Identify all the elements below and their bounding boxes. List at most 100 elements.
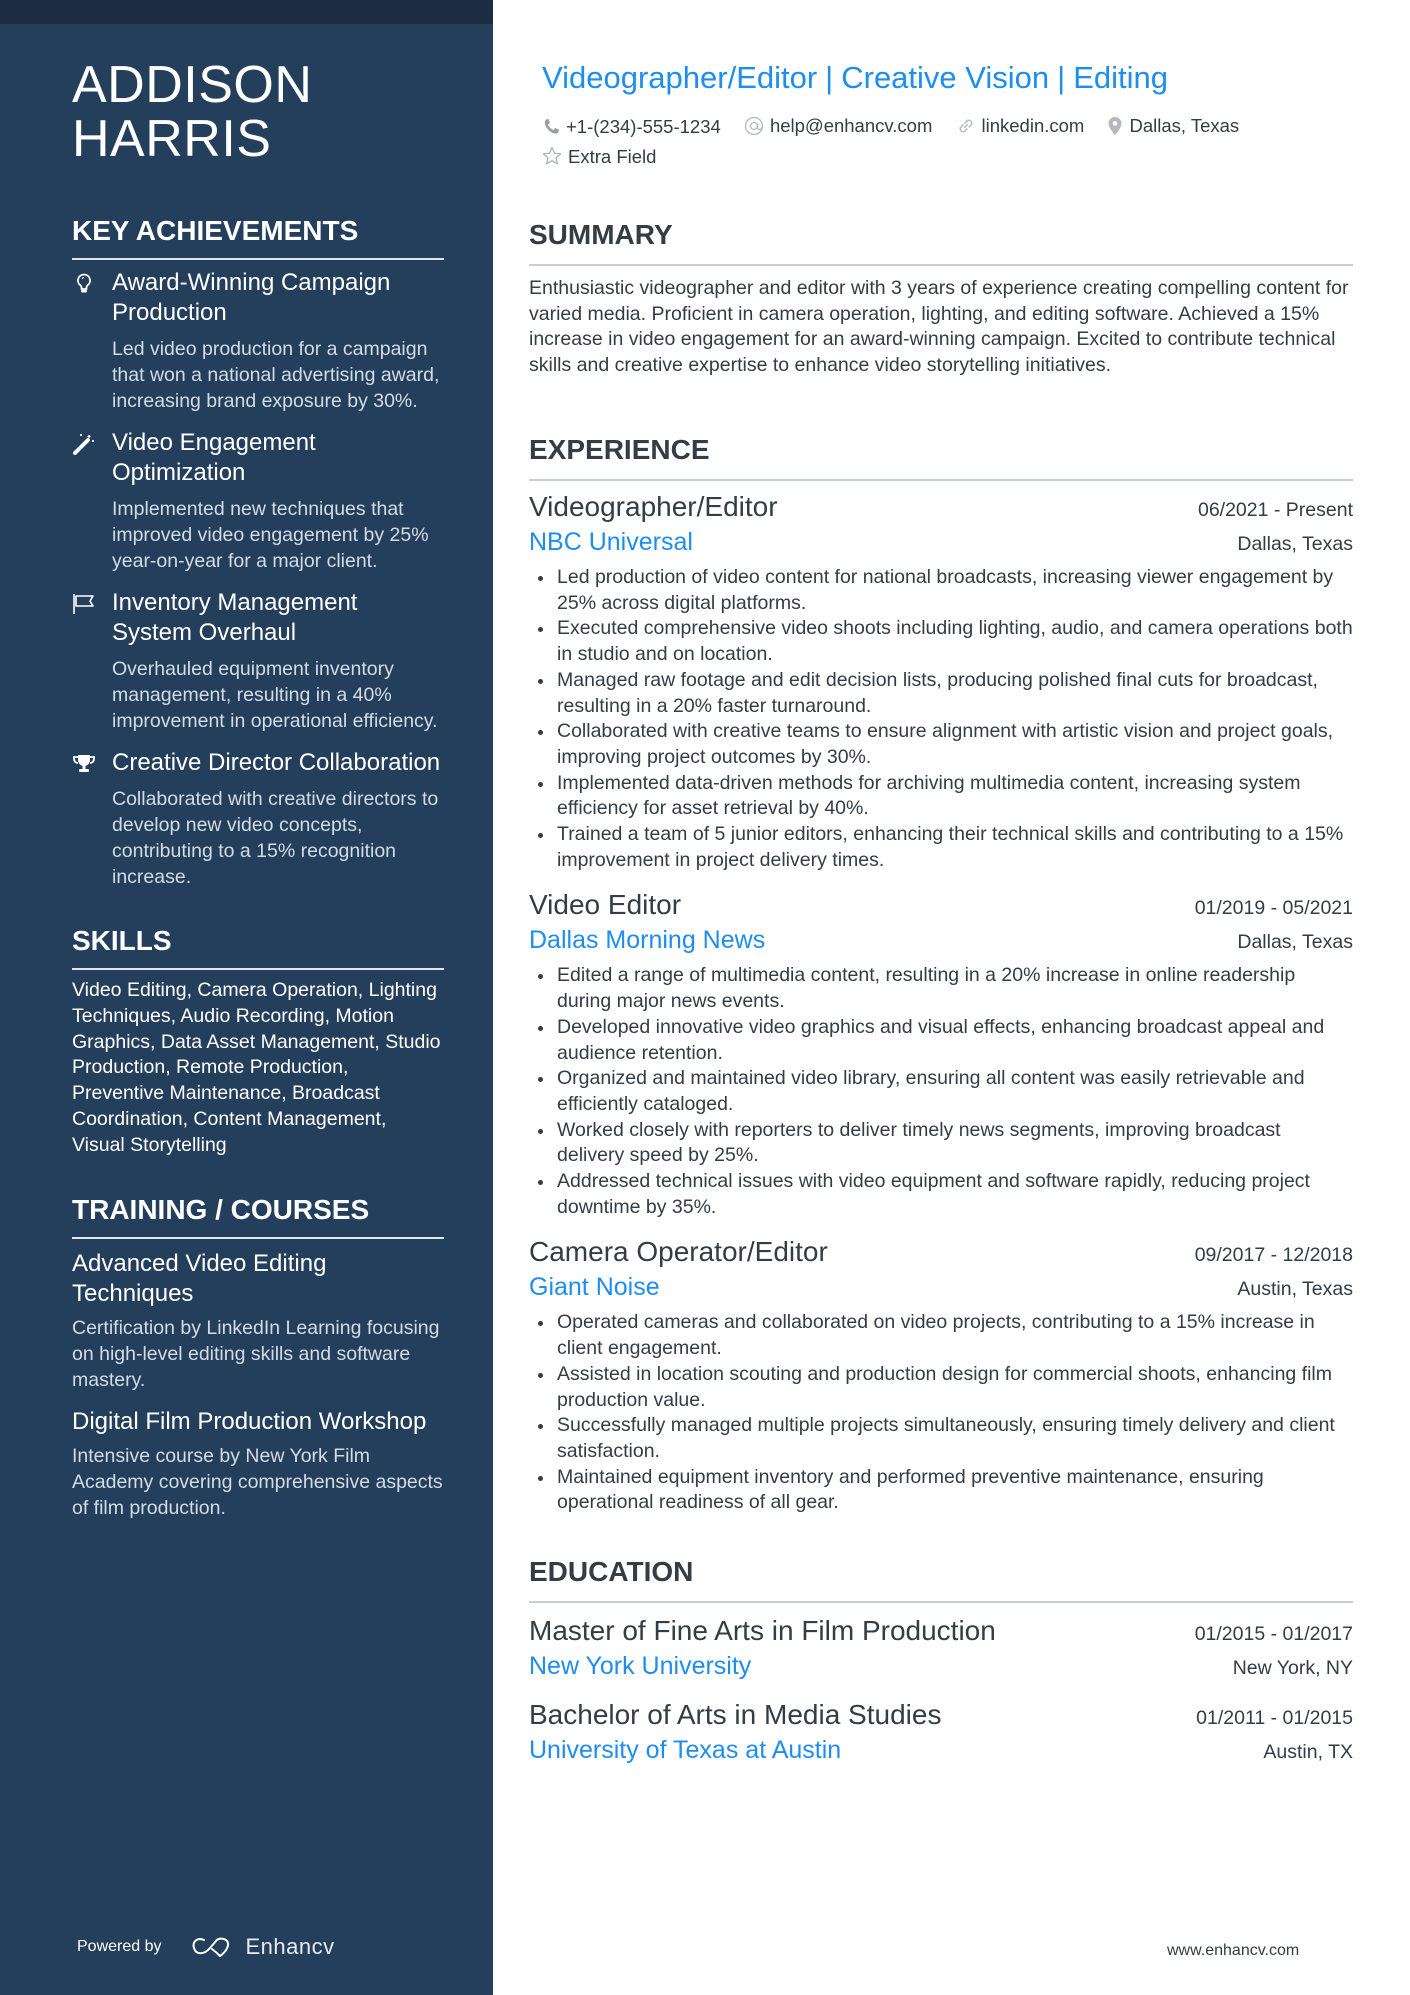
contact-extra: Extra Field xyxy=(542,143,656,170)
headline-separator: | xyxy=(825,60,834,95)
course-description: Intensive course by New York Film Academ… xyxy=(72,1444,443,1519)
job-entry: Camera Operator/Editor 09/2017 - 12/2018… xyxy=(529,1234,1353,1516)
extra-field-text: Extra Field xyxy=(568,145,657,167)
job-bullet: Worked closely with reporters to deliver… xyxy=(529,1118,1353,1169)
job-bullet: Collaborated with creative teams to ensu… xyxy=(529,719,1353,770)
job-company[interactable]: Dallas Morning News xyxy=(529,923,765,957)
school[interactable]: University of Texas at Austin xyxy=(529,1733,841,1767)
phone-icon xyxy=(544,118,559,134)
job-bullet: Organized and maintained video library, … xyxy=(529,1066,1353,1117)
skills-heading: SKILLS xyxy=(72,924,444,970)
course-title: Advanced Video Editing Techniques xyxy=(72,1249,327,1307)
job-title: Videographer/Editor xyxy=(529,491,778,522)
job-bullet: Led production of video content for nati… xyxy=(529,565,1353,616)
contact-location: Dallas, Texas xyxy=(1107,112,1239,139)
job-bullet: Executed comprehensive video shoots incl… xyxy=(529,616,1353,667)
achievement-title: Video Engagement Optimization xyxy=(112,429,316,486)
job-title: Video Editor xyxy=(529,889,682,921)
experience-section: EXPERIENCE Videographer/Editor 06/2021 -… xyxy=(529,433,1353,1516)
enhancv-brand: Enhancv xyxy=(245,1934,335,1959)
experience-heading: EXPERIENCE xyxy=(529,433,1353,481)
link-text: linkedin.com xyxy=(981,115,1085,136)
job-bullet: Addressed technical issues with video eq… xyxy=(529,1169,1353,1220)
education-dates: 01/2015 - 01/2017 xyxy=(1194,1623,1353,1645)
key-achievements-heading: KEY ACHIEVEMENTS xyxy=(72,214,444,260)
job-company[interactable]: NBC Universal xyxy=(529,525,693,559)
education-entry: Master of Fine Arts in Film Production 0… xyxy=(529,1613,1353,1683)
contact-email[interactable]: help@enhancv.com xyxy=(744,112,932,139)
star-icon xyxy=(542,146,562,165)
sidebar-top-strip xyxy=(0,0,493,24)
job-entry: Videographer/Editor 06/2021 - Present NB… xyxy=(529,489,1353,873)
job-dates: 09/2017 - 12/2018 xyxy=(1194,1244,1353,1267)
job-bullet: Assisted in location scouting and produc… xyxy=(529,1362,1353,1413)
contact-phone[interactable]: +1-(234)-555-1234 xyxy=(542,113,721,140)
training-heading: TRAINING / COURSES xyxy=(72,1193,444,1239)
degree: Bachelor of Arts in Media Studies xyxy=(529,1699,942,1730)
contact-link[interactable]: linkedin.com xyxy=(956,112,1085,139)
degree: Master of Fine Arts in Film Production xyxy=(529,1615,996,1646)
job-bullets: Operated cameras and collaborated on vid… xyxy=(529,1310,1353,1516)
course-title: Digital Film Production Workshop xyxy=(72,1407,427,1435)
achievement-description: Collaborated with creative directors to … xyxy=(112,788,439,888)
phone-text: +1-(234)-555-1234 xyxy=(566,116,721,137)
summary-section: SUMMARY Enthusiastic videographer and ed… xyxy=(529,218,1353,379)
achievement-description: Implemented new techniques that improved… xyxy=(112,498,429,572)
contact-info: +1-(234)-555-1234 help@enhancv.com linke… xyxy=(542,112,1342,173)
achievement-item: Video Engagement Optimization Implemente… xyxy=(72,428,444,574)
education-entry: Bachelor of Arts in Media Studies 01/201… xyxy=(529,1697,1353,1767)
achievement-title: Inventory Management System Overhaul xyxy=(112,589,358,646)
course-description: Certification by LinkedIn Learning focus… xyxy=(72,1316,440,1391)
at-icon xyxy=(744,116,764,135)
education-section: EDUCATION Master of Fine Arts in Film Pr… xyxy=(529,1555,1353,1767)
powered-by: Powered by Enhancv xyxy=(77,1934,335,1960)
school[interactable]: New York University xyxy=(529,1649,751,1683)
flag-icon xyxy=(72,592,96,616)
job-bullet: Developed innovative video graphics and … xyxy=(529,1015,1353,1066)
achievement-title: Award-Winning Campaign Production xyxy=(112,269,391,326)
magic-wand-icon xyxy=(72,432,96,456)
job-company[interactable]: Giant Noise xyxy=(529,1270,660,1304)
skills-list: Video Editing, Camera Operation, Lightin… xyxy=(72,979,441,1156)
course-item: Advanced Video Editing Techniques Certif… xyxy=(72,1249,444,1393)
lightbulb-icon xyxy=(72,272,96,296)
job-bullets: Led production of video content for nati… xyxy=(529,565,1353,873)
enhancv-logo[interactable]: Enhancv xyxy=(190,1934,335,1960)
course-item: Digital Film Production Workshop Intensi… xyxy=(72,1407,444,1521)
achievements-list: Award-Winning Campaign Production Led vi… xyxy=(72,268,444,890)
name-last: HARRIS xyxy=(72,110,272,168)
achievement-title: Creative Director Collaboration xyxy=(112,749,441,776)
email-text: help@enhancv.com xyxy=(769,115,933,136)
headline-role: Videographer/Editor xyxy=(542,60,818,95)
job-location: Dallas, Texas xyxy=(1237,533,1353,555)
achievement-item: Creative Director Collaboration Collabor… xyxy=(72,748,444,890)
achievement-item: Award-Winning Campaign Production Led vi… xyxy=(72,268,444,414)
location-pin-icon xyxy=(1108,116,1122,135)
job-title: Camera Operator/Editor xyxy=(529,1236,828,1268)
link-icon xyxy=(959,119,972,132)
achievement-item: Inventory Management System Overhaul Ove… xyxy=(72,588,444,734)
job-entry: Video Editor 01/2019 - 05/2021 Dallas Mo… xyxy=(529,887,1353,1220)
job-bullet: Trained a team of 5 junior editors, enha… xyxy=(529,822,1353,873)
job-bullet: Implemented data-driven methods for arch… xyxy=(529,771,1353,822)
summary-heading: SUMMARY xyxy=(529,218,1353,266)
job-bullets: Edited a range of multimedia content, re… xyxy=(529,963,1353,1220)
job-bullet: Maintained equipment inventory and perfo… xyxy=(529,1465,1353,1516)
job-bullet: Managed raw footage and edit decision li… xyxy=(529,668,1353,719)
footer-url[interactable]: www.enhancv.com xyxy=(1167,1942,1299,1960)
headline-skill: Editing xyxy=(1073,60,1169,95)
job-bullet: Edited a range of multimedia content, re… xyxy=(529,963,1353,1014)
job-dates: 01/2019 - 05/2021 xyxy=(1194,897,1353,920)
education-heading: EDUCATION xyxy=(529,1555,1353,1603)
achievement-description: Overhauled equipment inventory managemen… xyxy=(112,658,438,732)
powered-by-label: Powered by xyxy=(77,1938,162,1955)
job-location: Dallas, Texas xyxy=(1237,931,1353,954)
education-location: Austin, TX xyxy=(1263,1741,1353,1763)
summary-text: Enthusiastic videographer and editor wit… xyxy=(529,277,1349,377)
headline-separator: | xyxy=(1057,60,1066,95)
name-first: ADDISON xyxy=(72,56,313,114)
education-location: New York, NY xyxy=(1232,1657,1353,1679)
enhancv-logo-icon xyxy=(192,1937,229,1958)
headline: Videographer/Editor | Creative Vision | Edit… xyxy=(542,58,1168,98)
location-text: Dallas, Texas xyxy=(1129,115,1240,136)
